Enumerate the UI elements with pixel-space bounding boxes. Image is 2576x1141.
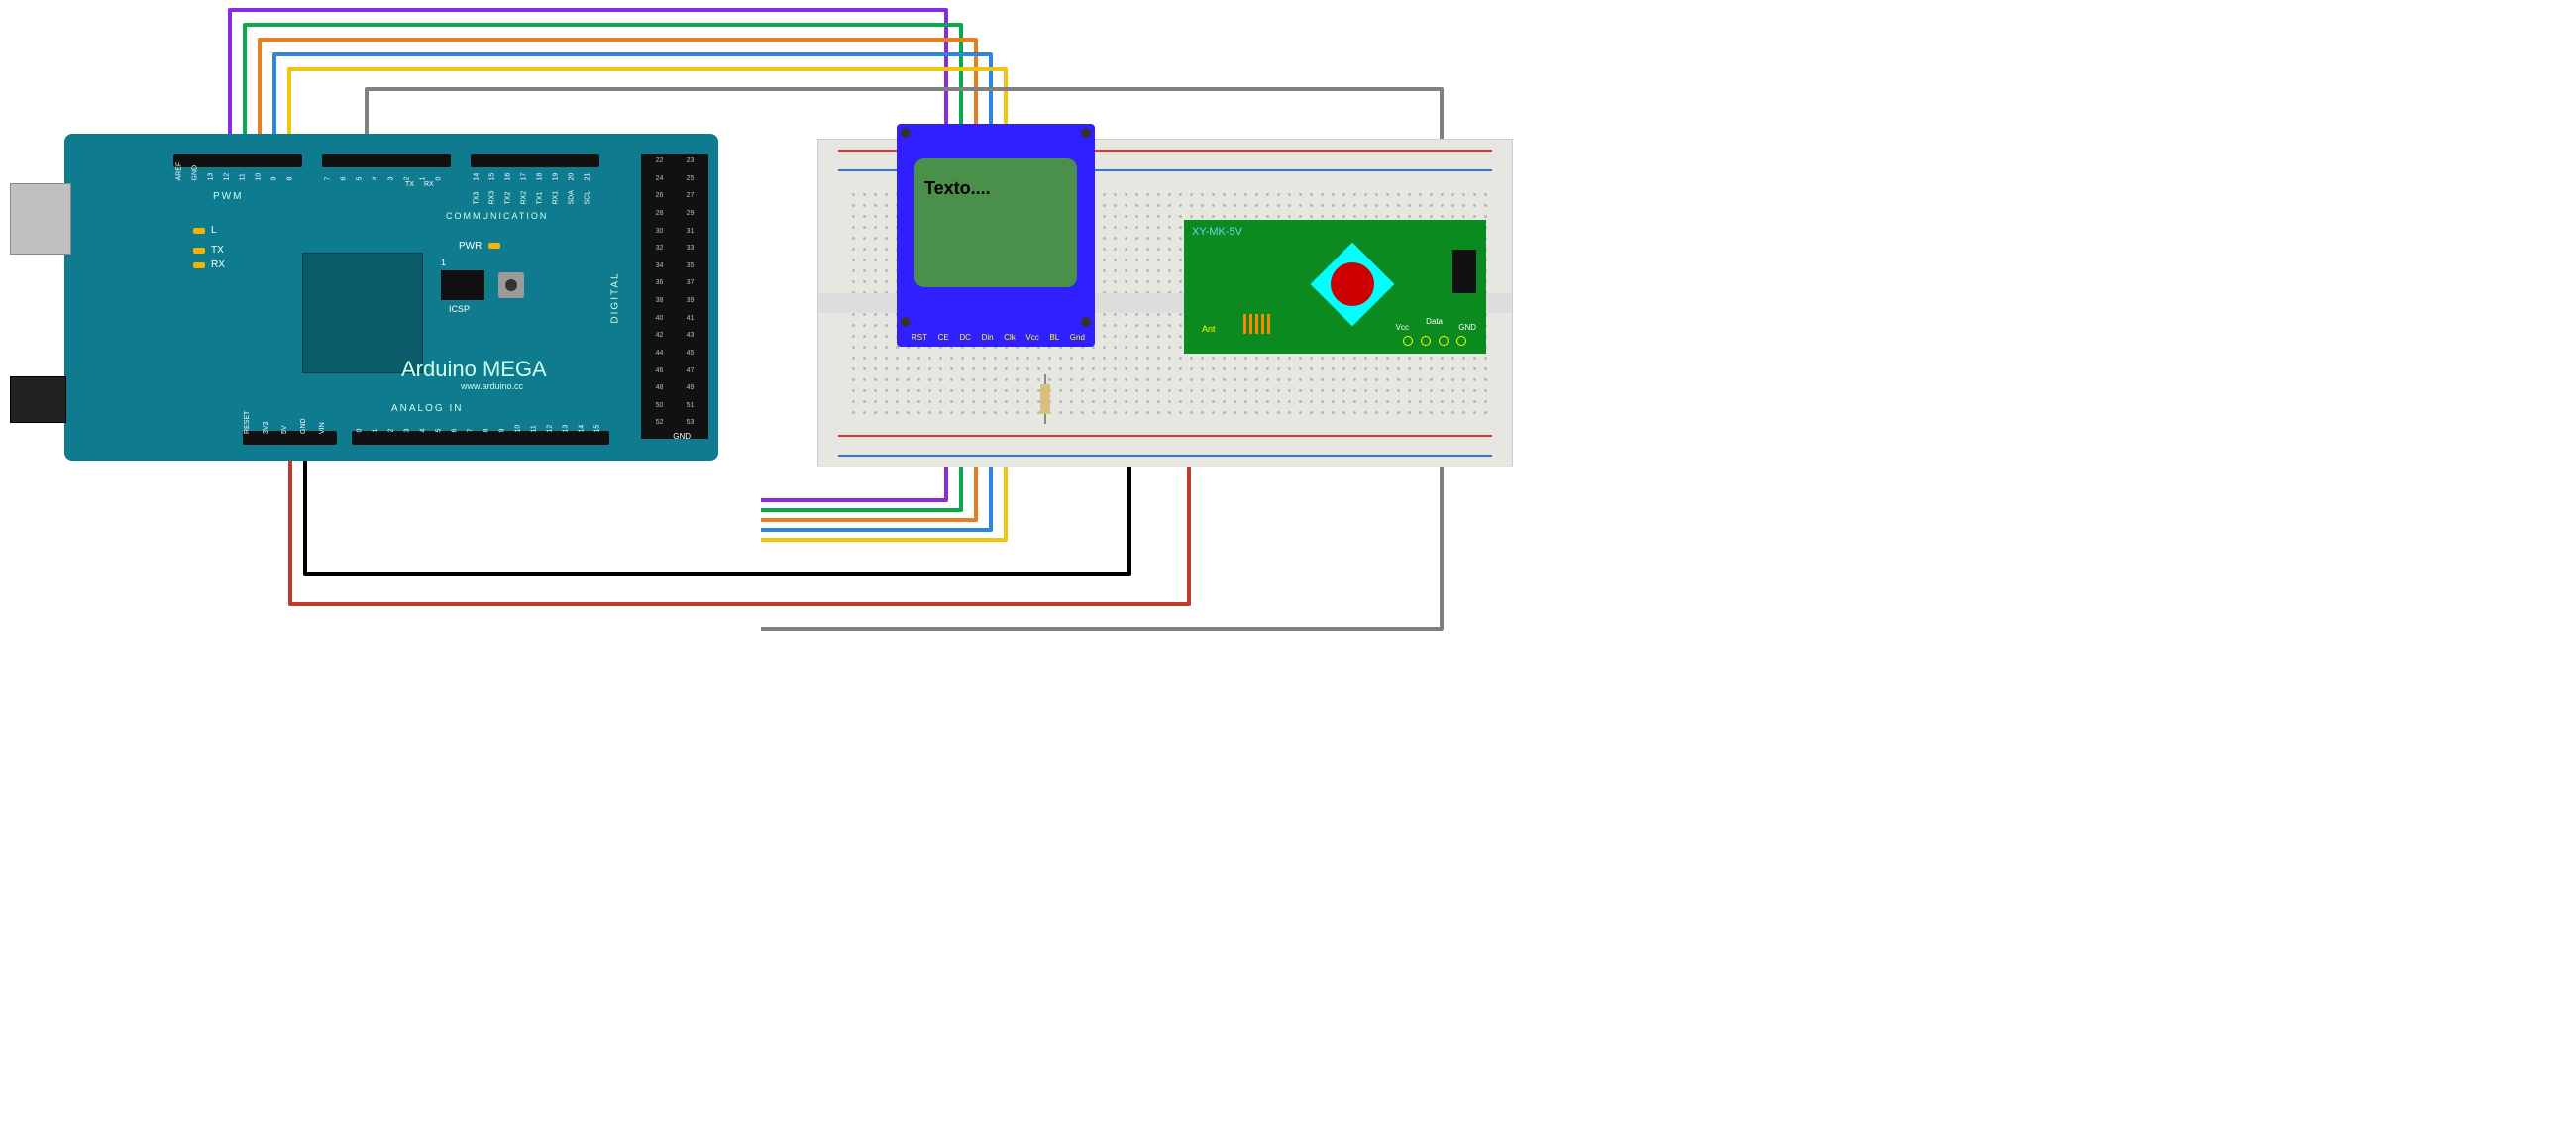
pin-labels-top-left: AREF GND 13 12 11 10 9 8 — [171, 169, 298, 176]
wiring-canvas: AREF GND 13 12 11 10 9 8 7 6 5 4 3 2 1 0… — [0, 0, 1526, 674]
led-tx — [193, 248, 205, 254]
rf-model: XY-MK-5V — [1192, 226, 1242, 238]
analog-pin-labels: 0 1 2 3 4 5 6 7 8 9 10 11 12 13 14 15 — [352, 421, 605, 428]
pin-labels-top-mid: 7 6 5 4 3 2 1 0 — [320, 169, 447, 176]
analog-label: ANALOG IN — [391, 403, 463, 414]
power-jack — [10, 376, 66, 423]
digital-label: DIGITAL — [609, 271, 620, 323]
power-pin-labels: RESET 3V3 5V GND VIN — [238, 421, 332, 428]
power-rail-bottom — [838, 431, 1492, 461]
comm-label: COMMUNICATION — [446, 211, 548, 221]
rf-coil-icon — [1243, 314, 1273, 334]
reset-button[interactable] — [498, 272, 524, 298]
rf-tuning-icon — [1311, 243, 1395, 327]
led-rx — [193, 262, 205, 268]
board-title: Arduino MEGA — [401, 357, 547, 382]
rf-pin-pads — [1403, 336, 1466, 346]
usb-port — [10, 183, 71, 255]
icsp-header — [441, 270, 484, 300]
pwr-label: PWR — [459, 241, 482, 252]
led-l — [193, 228, 205, 234]
lcd-screen: Texto.... — [914, 158, 1077, 287]
pin-labels-top-right: 14 15 16 17 18 19 20 21 — [469, 169, 595, 176]
header-analog — [352, 431, 609, 445]
icsp-label: ICSP — [449, 304, 470, 314]
bl-resistor — [1040, 374, 1050, 424]
header-digital-right: 2223 2425 2627 2829 3031 3233 3435 3637 … — [641, 154, 708, 439]
lcd-display-text: Texto.... — [924, 178, 991, 199]
arduino-mega-board: AREF GND 13 12 11 10 9 8 7 6 5 4 3 2 1 0… — [64, 134, 718, 461]
led-pwr — [488, 243, 500, 249]
pwm-label: PWM — [213, 191, 243, 202]
mcu-chip — [302, 253, 423, 373]
rf-ant-label: Ant — [1202, 324, 1216, 334]
txrx-sub: TXRX — [405, 181, 434, 188]
board-url: www.arduino.cc — [461, 381, 523, 391]
nokia-lcd-module: Texto.... RST CE DC Din Clk Vcc BL Gnd — [897, 124, 1095, 347]
rf-receiver-module: XY-MK-5V Ant Vcc Data GND — [1184, 220, 1486, 354]
comm-sub: TX3 RX3 TX2 RX2 TX1 RX1 SDA SCL — [469, 193, 595, 200]
lcd-pin-labels: RST CE DC Din Clk Vcc BL Gnd — [912, 333, 1085, 342]
rf-ic-chip — [1452, 250, 1476, 293]
